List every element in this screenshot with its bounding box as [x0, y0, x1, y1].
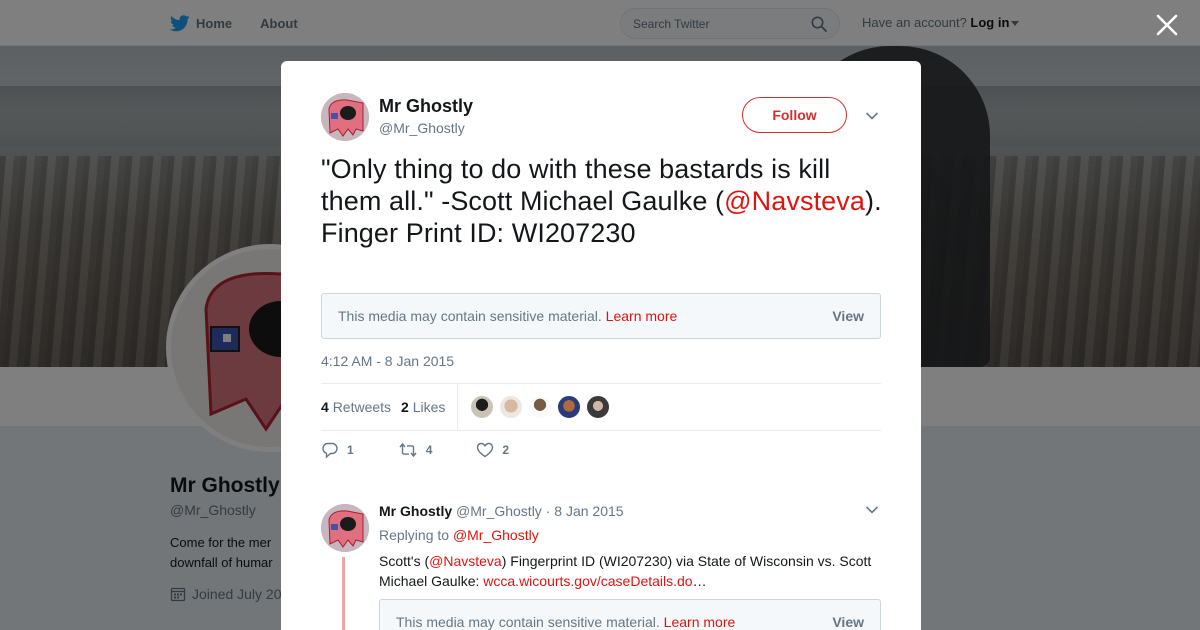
reply-section-separator [281, 485, 921, 495]
reply-learn-more-link[interactable]: Learn more [664, 614, 736, 630]
tweet-timestamp[interactable]: 4:12 AM - 8 Jan 2015 [321, 353, 454, 369]
reply-icon [322, 442, 338, 459]
reply-date[interactable]: 8 Jan 2015 [554, 503, 623, 519]
tweet-author-name[interactable]: Mr Ghostly [379, 96, 473, 117]
reply-mention-link[interactable]: @Navsteva [429, 553, 502, 569]
sensitive-media-notice: This media may contain sensitive materia… [321, 293, 881, 339]
liker-avatar[interactable] [557, 395, 582, 419]
tweet-author-handle[interactable]: @Mr_Ghostly [379, 120, 465, 136]
follow-button[interactable]: Follow [742, 97, 847, 133]
reply-view-media-button[interactable]: View [832, 614, 864, 630]
learn-more-link[interactable]: Learn more [606, 308, 678, 324]
chevron-down-icon[interactable] [865, 505, 879, 515]
reply-sensitive-text: This media may contain sensitive materia… [396, 614, 660, 630]
retweets-label: Retweets [332, 399, 392, 415]
replying-to-handle[interactable]: @Mr_Ghostly [453, 527, 539, 543]
replying-to: Replying to @Mr_Ghostly [379, 527, 539, 543]
replying-to-label: Replying to [379, 527, 450, 543]
reply-text-part1: Scott's ( [379, 553, 430, 569]
liker-avatar[interactable] [499, 395, 524, 419]
tweet-text: "Only thing to do with these bastards is… [321, 153, 891, 249]
retweets-stat[interactable]: 4 Retweets [321, 399, 391, 415]
close-icon[interactable] [1154, 12, 1180, 38]
tweet-author-avatar[interactable] [321, 93, 369, 141]
liker-avatars [470, 395, 615, 419]
reply-header: Mr Ghostly @Mr_Ghostly · 8 Jan 2015 [379, 503, 624, 519]
reply-text: Scott's (@Navsteva) Fingerprint ID (WI20… [379, 551, 884, 591]
liker-avatar[interactable] [528, 395, 553, 419]
heart-icon [477, 442, 494, 458]
ghost-avatar-image [321, 93, 369, 141]
reply-ellipsis: … [692, 573, 707, 589]
stats-divider [457, 384, 459, 430]
reply-author-avatar[interactable] [321, 504, 369, 552]
like-button[interactable]: 2 [476, 442, 509, 458]
reply-url-link[interactable]: wcca.wicourts.gov/caseDetails.do [483, 573, 692, 589]
reply-sensitive-media-notice: This media may contain sensitive materia… [379, 599, 881, 630]
liker-avatar[interactable] [470, 395, 495, 419]
retweet-icon [399, 442, 417, 458]
view-media-button[interactable]: View [832, 308, 864, 324]
thread-connector-line [342, 557, 345, 630]
liker-avatar[interactable] [586, 395, 611, 419]
chevron-down-icon[interactable] [865, 111, 879, 121]
retweets-count: 4 [321, 399, 329, 415]
reply-author-handle[interactable]: @Mr_Ghostly [456, 503, 542, 519]
reply-date-separator: · [545, 503, 551, 519]
sensitive-text: This media may contain sensitive materia… [338, 308, 602, 324]
tweet-text-part2: ). [865, 186, 882, 216]
reply-count: 1 [347, 443, 354, 457]
tweet-mention-link[interactable]: @Navsteva [724, 186, 865, 216]
sensitive-message: This media may contain sensitive materia… [338, 308, 677, 324]
likes-count: 2 [401, 399, 409, 415]
tweet-modal: Mr Ghostly @Mr_Ghostly Follow "Only thin… [281, 61, 921, 630]
tweet-stats: 4 Retweets 2 Likes [321, 383, 881, 431]
ghost-avatar-image [321, 504, 369, 552]
reply-sensitive-message: This media may contain sensitive materia… [396, 614, 735, 630]
retweet-button[interactable]: 4 [398, 442, 433, 458]
likes-stat[interactable]: 2 Likes [401, 399, 445, 415]
like-count: 2 [502, 443, 510, 457]
likes-label: Likes [412, 399, 446, 415]
tweet-actions: 1 4 2 [321, 441, 553, 459]
reply-button[interactable]: 1 [321, 441, 354, 459]
reply-author-name[interactable]: Mr Ghostly [379, 503, 452, 519]
retweet-count: 4 [425, 443, 433, 457]
tweet-text-line2: Finger Print ID: WI207230 [321, 218, 636, 248]
